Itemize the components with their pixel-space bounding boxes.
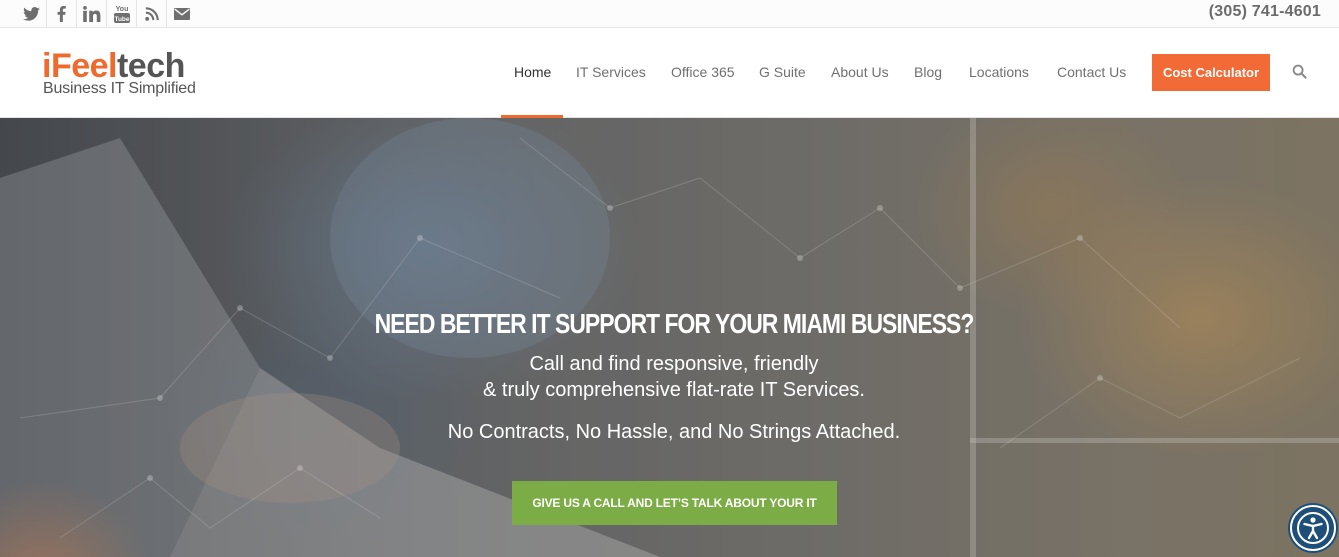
mail-link[interactable] xyxy=(167,0,197,28)
nav-blog[interactable]: Blog xyxy=(914,64,942,80)
youtube-link[interactable]: You Tube xyxy=(107,0,137,28)
accessibility-icon xyxy=(1297,512,1329,544)
rss-link[interactable] xyxy=(137,0,167,28)
mail-icon xyxy=(174,8,190,20)
youtube-icon-text-bottom: Tube xyxy=(114,16,129,23)
youtube-icon: You Tube xyxy=(113,6,130,23)
nav-it-services[interactable]: IT Services xyxy=(576,64,646,80)
search-button[interactable] xyxy=(1292,64,1312,84)
hero-subtitle-line-1: Call and find responsive, friendly xyxy=(529,353,819,375)
nav-office-365[interactable]: Office 365 xyxy=(671,64,735,80)
twitter-icon xyxy=(23,7,40,21)
search-icon xyxy=(1292,64,1307,79)
hero-banner: NEED BETTER IT SUPPORT FOR YOUR MIAMI BU… xyxy=(0,118,1339,557)
nav-about-us[interactable]: About Us xyxy=(831,64,889,80)
rss-icon xyxy=(144,7,159,21)
hero-subtitle-line-2: & truly comprehensive flat-rate IT Servi… xyxy=(483,379,865,401)
top-bar: You Tube (305) 741-4601 xyxy=(0,0,1339,28)
linkedin-icon xyxy=(82,6,100,22)
facebook-link[interactable] xyxy=(47,0,77,28)
nav-g-suite[interactable]: G Suite xyxy=(759,64,806,80)
social-links: You Tube xyxy=(17,0,197,28)
youtube-icon-text-top: You xyxy=(115,6,128,13)
hero-subtitle-line-3: No Contracts, No Hassle, and No Strings … xyxy=(447,421,901,443)
phone-number[interactable]: (305) 741-4601 xyxy=(1209,3,1321,21)
site-header: iFeeltech Business IT Simplified Home IT… xyxy=(0,29,1339,118)
hero-title: NEED BETTER IT SUPPORT FOR YOUR MIAMI BU… xyxy=(374,308,975,339)
twitter-link[interactable] xyxy=(17,0,47,28)
accessibility-button[interactable] xyxy=(1290,505,1336,551)
linkedin-link[interactable] xyxy=(77,0,107,28)
nav-contact-us[interactable]: Contact Us xyxy=(1057,64,1126,80)
nav-home[interactable]: Home xyxy=(514,64,551,80)
cost-calculator-button[interactable]: Cost Calculator xyxy=(1152,54,1270,91)
call-us-button[interactable]: GIVE US A CALL AND LET’S TALK ABOUT YOUR… xyxy=(512,481,837,525)
nav-locations[interactable]: Locations xyxy=(969,64,1029,80)
facebook-icon xyxy=(57,6,66,22)
main-nav: Home IT Services Office 365 G Suite Abou… xyxy=(0,29,1339,118)
